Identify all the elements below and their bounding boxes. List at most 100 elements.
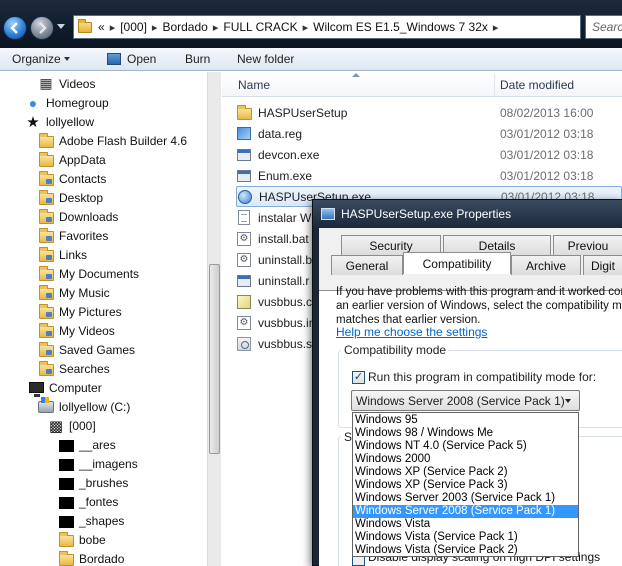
folder-icon — [38, 341, 54, 358]
breadcrumb-000[interactable]: [000] — [120, 20, 147, 34]
breadcrumb-bordado[interactable]: Bordado — [162, 20, 207, 34]
nav-item-fontes[interactable]: _fontes — [58, 492, 118, 511]
nav-item-bordado[interactable]: Bordado — [58, 549, 124, 566]
nav-item-lollyellow-c[interactable]: lollyellow (C:) — [38, 396, 130, 416]
nav-item-my-pictures[interactable]: My Pictures — [38, 302, 122, 321]
back-button[interactable] — [3, 16, 27, 40]
breadcrumb-wilcom[interactable]: Wilcom ES E1.5_Windows 7 32x — [313, 20, 488, 34]
compatibility-description: If you have problems with this program a… — [336, 285, 622, 327]
black-folder-icon — [58, 513, 74, 529]
column-name[interactable]: Name — [238, 72, 270, 97]
dropdown-option[interactable]: Windows XP (Service Pack 2) — [353, 466, 578, 479]
exe-icon — [236, 273, 252, 289]
column-divider[interactable] — [494, 74, 495, 96]
file-row[interactable]: data.reg 03/01/2012 03:18 — [236, 123, 622, 144]
dropdown-option[interactable]: Windows XP (Service Pack 3) — [353, 479, 578, 492]
nav-item-ares[interactable]: __ares — [58, 435, 116, 454]
black-folder-icon — [58, 456, 74, 472]
back-arrow-icon — [10, 22, 18, 34]
nav-item-desktop[interactable]: Desktop — [38, 188, 103, 207]
window-icon — [107, 53, 121, 65]
dropdown-option[interactable]: Windows NT 4.0 (Service Pack 5) — [353, 440, 578, 453]
nav-item-appdata[interactable]: AppData — [38, 150, 106, 169]
nav-item-contacts[interactable]: Contacts — [38, 169, 106, 188]
compatibility-os-dropdown-list: Windows 95 Windows 98 / Windows Me Windows… — [352, 412, 579, 557]
nav-item-my-documents[interactable]: My Documents — [38, 264, 139, 283]
dropdown-option[interactable]: Windows Server 2008 (Service Pack 1) — [353, 505, 578, 518]
dropdown-option[interactable]: Windows 95 — [353, 414, 578, 427]
nav-item-my-videos[interactable]: My Videos — [38, 321, 115, 340]
forward-button[interactable] — [30, 16, 54, 40]
burn-button[interactable]: Burn — [185, 48, 235, 70]
nav-item-shapes[interactable]: _shapes — [58, 511, 124, 530]
tab-compatibility[interactable]: Compatibility — [403, 252, 511, 274]
nav-item-imagens[interactable]: __imagens — [58, 454, 138, 473]
address-overflow[interactable]: « — [98, 20, 105, 34]
nav-item-downloads[interactable]: Downloads — [38, 207, 118, 226]
nav-item-my-music[interactable]: My Music — [38, 283, 110, 302]
nav-item-favorites[interactable]: Favorites — [38, 226, 108, 245]
tab-digital-signatures[interactable]: Digit — [583, 255, 622, 275]
file-row[interactable]: Enum.exe 03/01/2012 03:18 — [236, 165, 622, 186]
folder-icon — [58, 550, 74, 566]
breadcrumb-full-crack[interactable]: FULL CRACK — [223, 20, 297, 34]
system-file-icon — [236, 336, 252, 352]
window-icon — [321, 207, 335, 220]
recent-pages-dropdown[interactable] — [57, 24, 65, 29]
folder-icon — [38, 322, 54, 339]
file-row[interactable]: devcon.exe 03/01/2012 03:18 — [236, 144, 622, 165]
column-date-modified[interactable]: Date modified — [500, 72, 574, 97]
nav-item-label: My Videos — [59, 323, 115, 338]
nav-item-label: Homegroup — [46, 95, 109, 110]
tab-general[interactable]: General — [331, 255, 403, 275]
description-line: If you have problems with this program a… — [336, 286, 622, 298]
nav-item-links[interactable]: Links — [38, 245, 87, 264]
dialog-title: HASPUserSetup.exe Properties — [341, 206, 512, 221]
file-name: devcon.exe — [258, 147, 320, 162]
dialog-title-bar[interactable]: HASPUserSetup.exe Properties — [313, 200, 622, 227]
nav-item-label: Links — [59, 247, 88, 262]
open-button[interactable]: Open — [107, 48, 177, 70]
address-separator-icon: ▸ — [302, 21, 309, 34]
tab-archive[interactable]: Archive — [511, 255, 581, 275]
nav-scrollbar[interactable] — [207, 72, 221, 566]
compatibility-mode-checkbox[interactable]: ✓ — [352, 371, 365, 384]
organize-button[interactable]: Organize — [12, 48, 107, 70]
nav-item-brushes[interactable]: _brushes — [58, 473, 128, 492]
compatibility-os-select[interactable]: Windows Server 2008 (Service Pack 1) — [351, 390, 580, 411]
nav-item-adobe-flash-builder-4-6[interactable]: Adobe Flash Builder 4.6 — [38, 131, 187, 150]
help-choose-settings-link[interactable]: Help me choose the settings — [336, 325, 487, 339]
dropdown-option[interactable]: Windows Server 2003 (Service Pack 1) — [353, 492, 578, 505]
nav-item-homegroup[interactable]: ● Homegroup — [25, 93, 109, 112]
nav-item-searches[interactable]: Searches — [38, 359, 110, 378]
new-folder-button[interactable]: New folder — [237, 48, 294, 70]
dropdown-option[interactable]: Windows Vista — [353, 518, 578, 531]
address-separator-icon: ▸ — [151, 21, 158, 34]
file-row[interactable]: HASPUserSetup 08/02/2013 16:00 — [236, 102, 622, 123]
compatibility-mode-checkbox-label[interactable]: Run this program in compatibility mode f… — [368, 370, 596, 384]
folder-icon — [38, 189, 54, 206]
search-input[interactable]: Search — [585, 15, 622, 39]
nav-item-saved-games[interactable]: Saved Games — [38, 340, 135, 359]
column-header: Name Date modified — [222, 72, 622, 97]
nav-scrollbar-thumb[interactable] — [209, 264, 220, 454]
tab-previous-versions[interactable]: Previou — [553, 235, 622, 255]
nav-item-label: Contacts — [59, 171, 107, 186]
nav-item-bobe[interactable]: bobe — [58, 530, 106, 549]
description-line: an earlier version of Windows, select th… — [336, 300, 622, 312]
nav-item-000[interactable]: ▩ [000] — [48, 416, 96, 435]
dropdown-option[interactable]: Windows 2000 — [353, 453, 578, 466]
nav-item-videos[interactable]: ▦ Videos — [38, 74, 95, 93]
dropdown-option[interactable]: Windows Vista (Service Pack 1) — [353, 531, 578, 544]
nav-item-computer[interactable]: Computer — [28, 378, 102, 397]
folder-icon — [38, 360, 54, 377]
address-bar[interactable]: « ▸ [000] ▸ Bordado ▸ FULL CRACK ▸ Wilco… — [73, 15, 581, 39]
nav-item-label: _brushes — [79, 475, 129, 490]
nav-item-lollyellow[interactable]: ★ lollyellow — [25, 112, 94, 131]
compatibility-os-selected: Windows Server 2008 (Service Pack 1) — [356, 393, 565, 408]
forward-arrow-icon — [39, 22, 47, 34]
dropdown-option[interactable]: Windows 98 / Windows Me — [353, 427, 578, 440]
address-separator-icon: ▸ — [492, 21, 499, 34]
exe-icon — [236, 147, 252, 163]
dropdown-option[interactable]: Windows Vista (Service Pack 2) — [353, 544, 578, 557]
